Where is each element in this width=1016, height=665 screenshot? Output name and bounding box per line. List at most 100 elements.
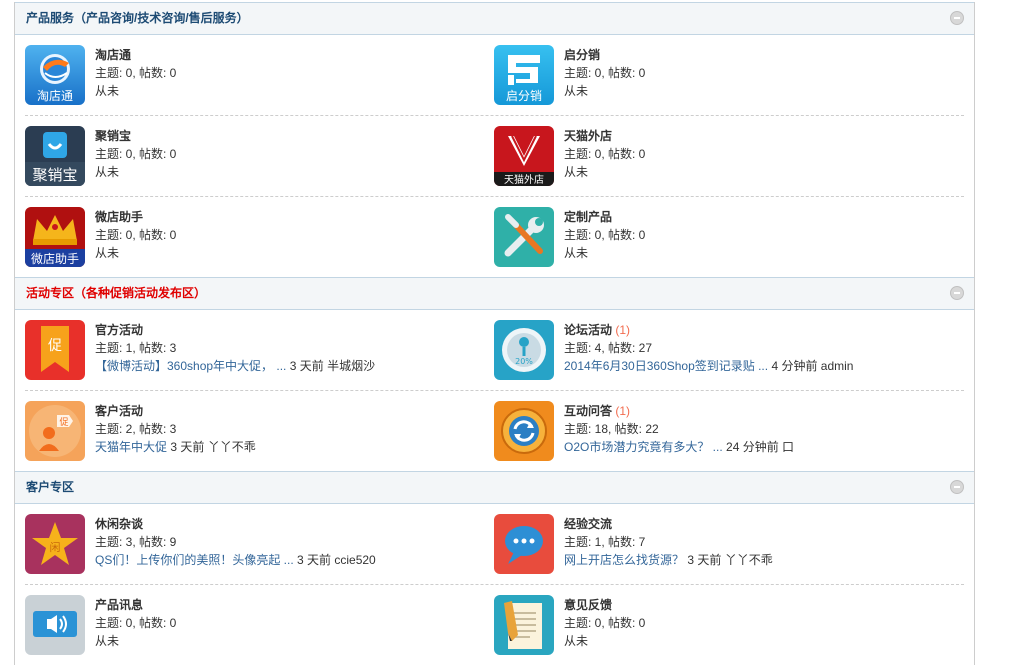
forum-link[interactable]: 启分销 <box>564 48 600 62</box>
promo-ribbon-icon[interactable]: 促 <box>25 320 85 380</box>
forum-item-custom-product: 定制产品 主题: 0, 帖数: 0 从未 <box>494 197 963 277</box>
forum-link[interactable]: 聚销宝 <box>95 129 131 143</box>
last-post-meta: 3 天前 丫丫不乖 <box>684 553 773 567</box>
forum-item-feedback: 意见反馈 主题: 0, 帖数: 0 从未 <box>494 585 963 665</box>
forum-link[interactable]: 客户活动 <box>95 404 143 418</box>
last-post: 2014年6月30日360Shop签到记录贴 ... 4 分钟前 admin <box>564 357 853 375</box>
last-post: 从未 <box>564 84 589 98</box>
category-header-customer-zone[interactable]: 客户专区 <box>15 471 974 504</box>
last-post-meta: 3 天前 ccie520 <box>293 553 376 567</box>
tools-icon[interactable] <box>494 207 554 267</box>
tmall-waidian-icon[interactable]: 天猫外店 <box>494 126 554 186</box>
forum-row: 产品讯息 主题: 0, 帖数: 0 从未 意见反馈 主题: 0, 帖数: 0 从… <box>25 585 964 665</box>
icon-label: 促 <box>59 416 68 428</box>
category-title[interactable]: 活动专区（各种促销活动发布区） <box>26 286 206 300</box>
last-post: 从未 <box>95 634 120 648</box>
last-post: 从未 <box>564 246 589 260</box>
forum-link[interactable]: 淘店通 <box>95 48 131 62</box>
forum-row: 聚销宝 聚销宝 主题: 0, 帖数: 0 从未 天猫外店 天猫外店 主题: 0,… <box>25 116 964 197</box>
category-title[interactable]: 产品服务（产品咨询/技术咨询/售后服务） <box>26 11 249 25</box>
forum-link[interactable]: 意见反馈 <box>564 598 612 612</box>
forum-stats: 主题: 0, 帖数: 0 <box>564 616 646 630</box>
last-post: 从未 <box>95 165 120 179</box>
new-post-count: (1) <box>612 323 631 337</box>
icon-label: 聚销宝 <box>32 166 77 184</box>
forum-link[interactable]: 天猫外店 <box>564 129 612 143</box>
last-post-link[interactable]: 网上开店怎么找货源？ <box>564 553 684 567</box>
forum-board: 产品服务（产品咨询/技术咨询/售后服务） 淘店通 淘店通 主题: 0, 帖数: … <box>14 2 975 665</box>
chat-bubble-icon[interactable] <box>494 514 554 574</box>
forum-link[interactable]: 互动问答 <box>564 404 612 418</box>
collapse-icon[interactable] <box>950 11 964 25</box>
forum-link[interactable]: 产品讯息 <box>95 598 143 612</box>
category-body-product-service: 淘店通 淘店通 主题: 0, 帖数: 0 从未 启分销 启分销 主题: 0, 帖… <box>15 35 974 277</box>
icon-label: 闲 <box>50 540 61 554</box>
forum-row: 微店助手 微店助手 主题: 0, 帖数: 0 从未 定制产品 主题: 0, 帖数… <box>25 197 964 277</box>
last-post: 从未 <box>564 634 589 648</box>
forum-stats: 主题: 4, 帖数: 27 <box>564 341 653 355</box>
forum-stats: 主题: 0, 帖数: 0 <box>564 147 646 161</box>
category-header-product-service[interactable]: 产品服务（产品咨询/技术咨询/售后服务） <box>15 2 974 35</box>
forum-item-weidian: 微店助手 微店助手 主题: 0, 帖数: 0 从未 <box>25 197 494 277</box>
last-post-meta: 4 分钟前 admin <box>768 359 854 373</box>
forum-row: 闲 休闲杂谈 主题: 3, 帖数: 9 QS们！上传你们的美照！头像亮起 ...… <box>25 504 964 585</box>
forum-link[interactable]: 微店助手 <box>95 210 143 224</box>
category-title[interactable]: 客户专区 <box>26 480 74 494</box>
notepad-pencil-icon[interactable] <box>494 595 554 655</box>
forum-row: 促 官方活动 主题: 1, 帖数: 3 【微博活动】360shop年中大促， .… <box>25 310 964 391</box>
weidian-crown-icon[interactable]: 微店助手 <box>25 207 85 267</box>
speaker-icon[interactable] <box>25 595 85 655</box>
discount-badge-icon[interactable]: 20% <box>494 320 554 380</box>
category-body-customer-zone: 闲 休闲杂谈 主题: 3, 帖数: 9 QS们！上传你们的美照！头像亮起 ...… <box>15 504 974 665</box>
forum-link[interactable]: 经验交流 <box>564 517 612 531</box>
last-post-link[interactable]: 2014年6月30日360Shop签到记录贴 ... <box>564 359 768 373</box>
icon-label: 促 <box>48 338 62 354</box>
juxiaobao-icon[interactable]: 聚销宝 <box>25 126 85 186</box>
last-post: O2O市场潜力究竟有多大？ ... 24 分钟前 口 <box>564 438 794 456</box>
forum-item-product-news: 产品讯息 主题: 0, 帖数: 0 从未 <box>25 585 494 665</box>
forum-link[interactable]: 官方活动 <box>95 323 143 337</box>
refresh-cycle-icon[interactable] <box>494 401 554 461</box>
forum-row: 淘店通 淘店通 主题: 0, 帖数: 0 从未 启分销 启分销 主题: 0, 帖… <box>25 35 964 116</box>
icon-label: 微店助手 <box>31 252 79 266</box>
forum-item-qa: 互动问答 (1) 主题: 18, 帖数: 22 O2O市场潜力究竟有多大？ ..… <box>494 391 963 471</box>
collapse-icon[interactable] <box>950 286 964 300</box>
category-body-activities: 促 官方活动 主题: 1, 帖数: 3 【微博活动】360shop年中大促， .… <box>15 310 974 471</box>
forum-item-tmall-waidian: 天猫外店 天猫外店 主题: 0, 帖数: 0 从未 <box>494 116 963 196</box>
forum-link[interactable]: 休闲杂谈 <box>95 517 143 531</box>
forum-item-experience: 经验交流 主题: 1, 帖数: 7 网上开店怎么找货源？ 3 天前 丫丫不乖 <box>494 504 963 584</box>
last-post: 网上开店怎么找货源？ 3 天前 丫丫不乖 <box>564 551 773 569</box>
last-post: 从未 <box>95 84 120 98</box>
forum-item-juxiaobao: 聚销宝 聚销宝 主题: 0, 帖数: 0 从未 <box>25 116 494 196</box>
last-post: 从未 <box>95 246 120 260</box>
forum-stats: 主题: 0, 帖数: 0 <box>95 147 177 161</box>
last-post: 从未 <box>564 165 589 179</box>
last-post-meta: 24 分钟前 口 <box>722 440 795 454</box>
star-icon[interactable]: 闲 <box>25 514 85 574</box>
icon-label: 淘店通 <box>37 89 73 103</box>
forum-item-forum-activity: 20% 论坛活动 (1) 主题: 4, 帖数: 27 2014年6月30日360… <box>494 310 963 390</box>
last-post-link[interactable]: 天猫年中大促 <box>95 440 167 454</box>
forum-item-customer-activity: 促 客户活动 主题: 2, 帖数: 3 天猫年中大促 3 天前 丫丫不乖 <box>25 391 494 471</box>
forum-item-taodiantong: 淘店通 淘店通 主题: 0, 帖数: 0 从未 <box>25 35 494 115</box>
customer-tag-icon[interactable]: 促 <box>25 401 85 461</box>
forum-stats: 主题: 0, 帖数: 0 <box>95 228 177 242</box>
last-post-link[interactable]: QS们！上传你们的美照！头像亮起 ... <box>95 553 294 567</box>
last-post-link[interactable]: O2O市场潜力究竟有多大？ ... <box>564 440 723 454</box>
forum-stats: 主题: 0, 帖数: 0 <box>95 616 177 630</box>
forum-item-qifenxiao: 启分销 启分销 主题: 0, 帖数: 0 从未 <box>494 35 963 115</box>
forum-stats: 主题: 18, 帖数: 22 <box>564 422 659 436</box>
icon-label: 20% <box>515 357 533 366</box>
forum-link[interactable]: 定制产品 <box>564 210 612 224</box>
category-header-activities[interactable]: 活动专区（各种促销活动发布区） <box>15 277 974 310</box>
forum-stats: 主题: 0, 帖数: 0 <box>564 228 646 242</box>
qifenxiao-icon[interactable]: 启分销 <box>494 45 554 105</box>
last-post-link[interactable]: 【微博活动】360shop年中大促， ... <box>95 359 286 373</box>
last-post: 【微博活动】360shop年中大促， ... 3 天前 半城烟沙 <box>95 357 375 375</box>
forum-link[interactable]: 论坛活动 <box>564 323 612 337</box>
last-post: QS们！上传你们的美照！头像亮起 ... 3 天前 ccie520 <box>95 551 376 569</box>
collapse-icon[interactable] <box>950 480 964 494</box>
forum-item-official-activity: 促 官方活动 主题: 1, 帖数: 3 【微博活动】360shop年中大促， .… <box>25 310 494 390</box>
taodiantong-icon[interactable]: 淘店通 <box>25 45 85 105</box>
forum-row: 促 客户活动 主题: 2, 帖数: 3 天猫年中大促 3 天前 丫丫不乖 互动问… <box>25 391 964 471</box>
